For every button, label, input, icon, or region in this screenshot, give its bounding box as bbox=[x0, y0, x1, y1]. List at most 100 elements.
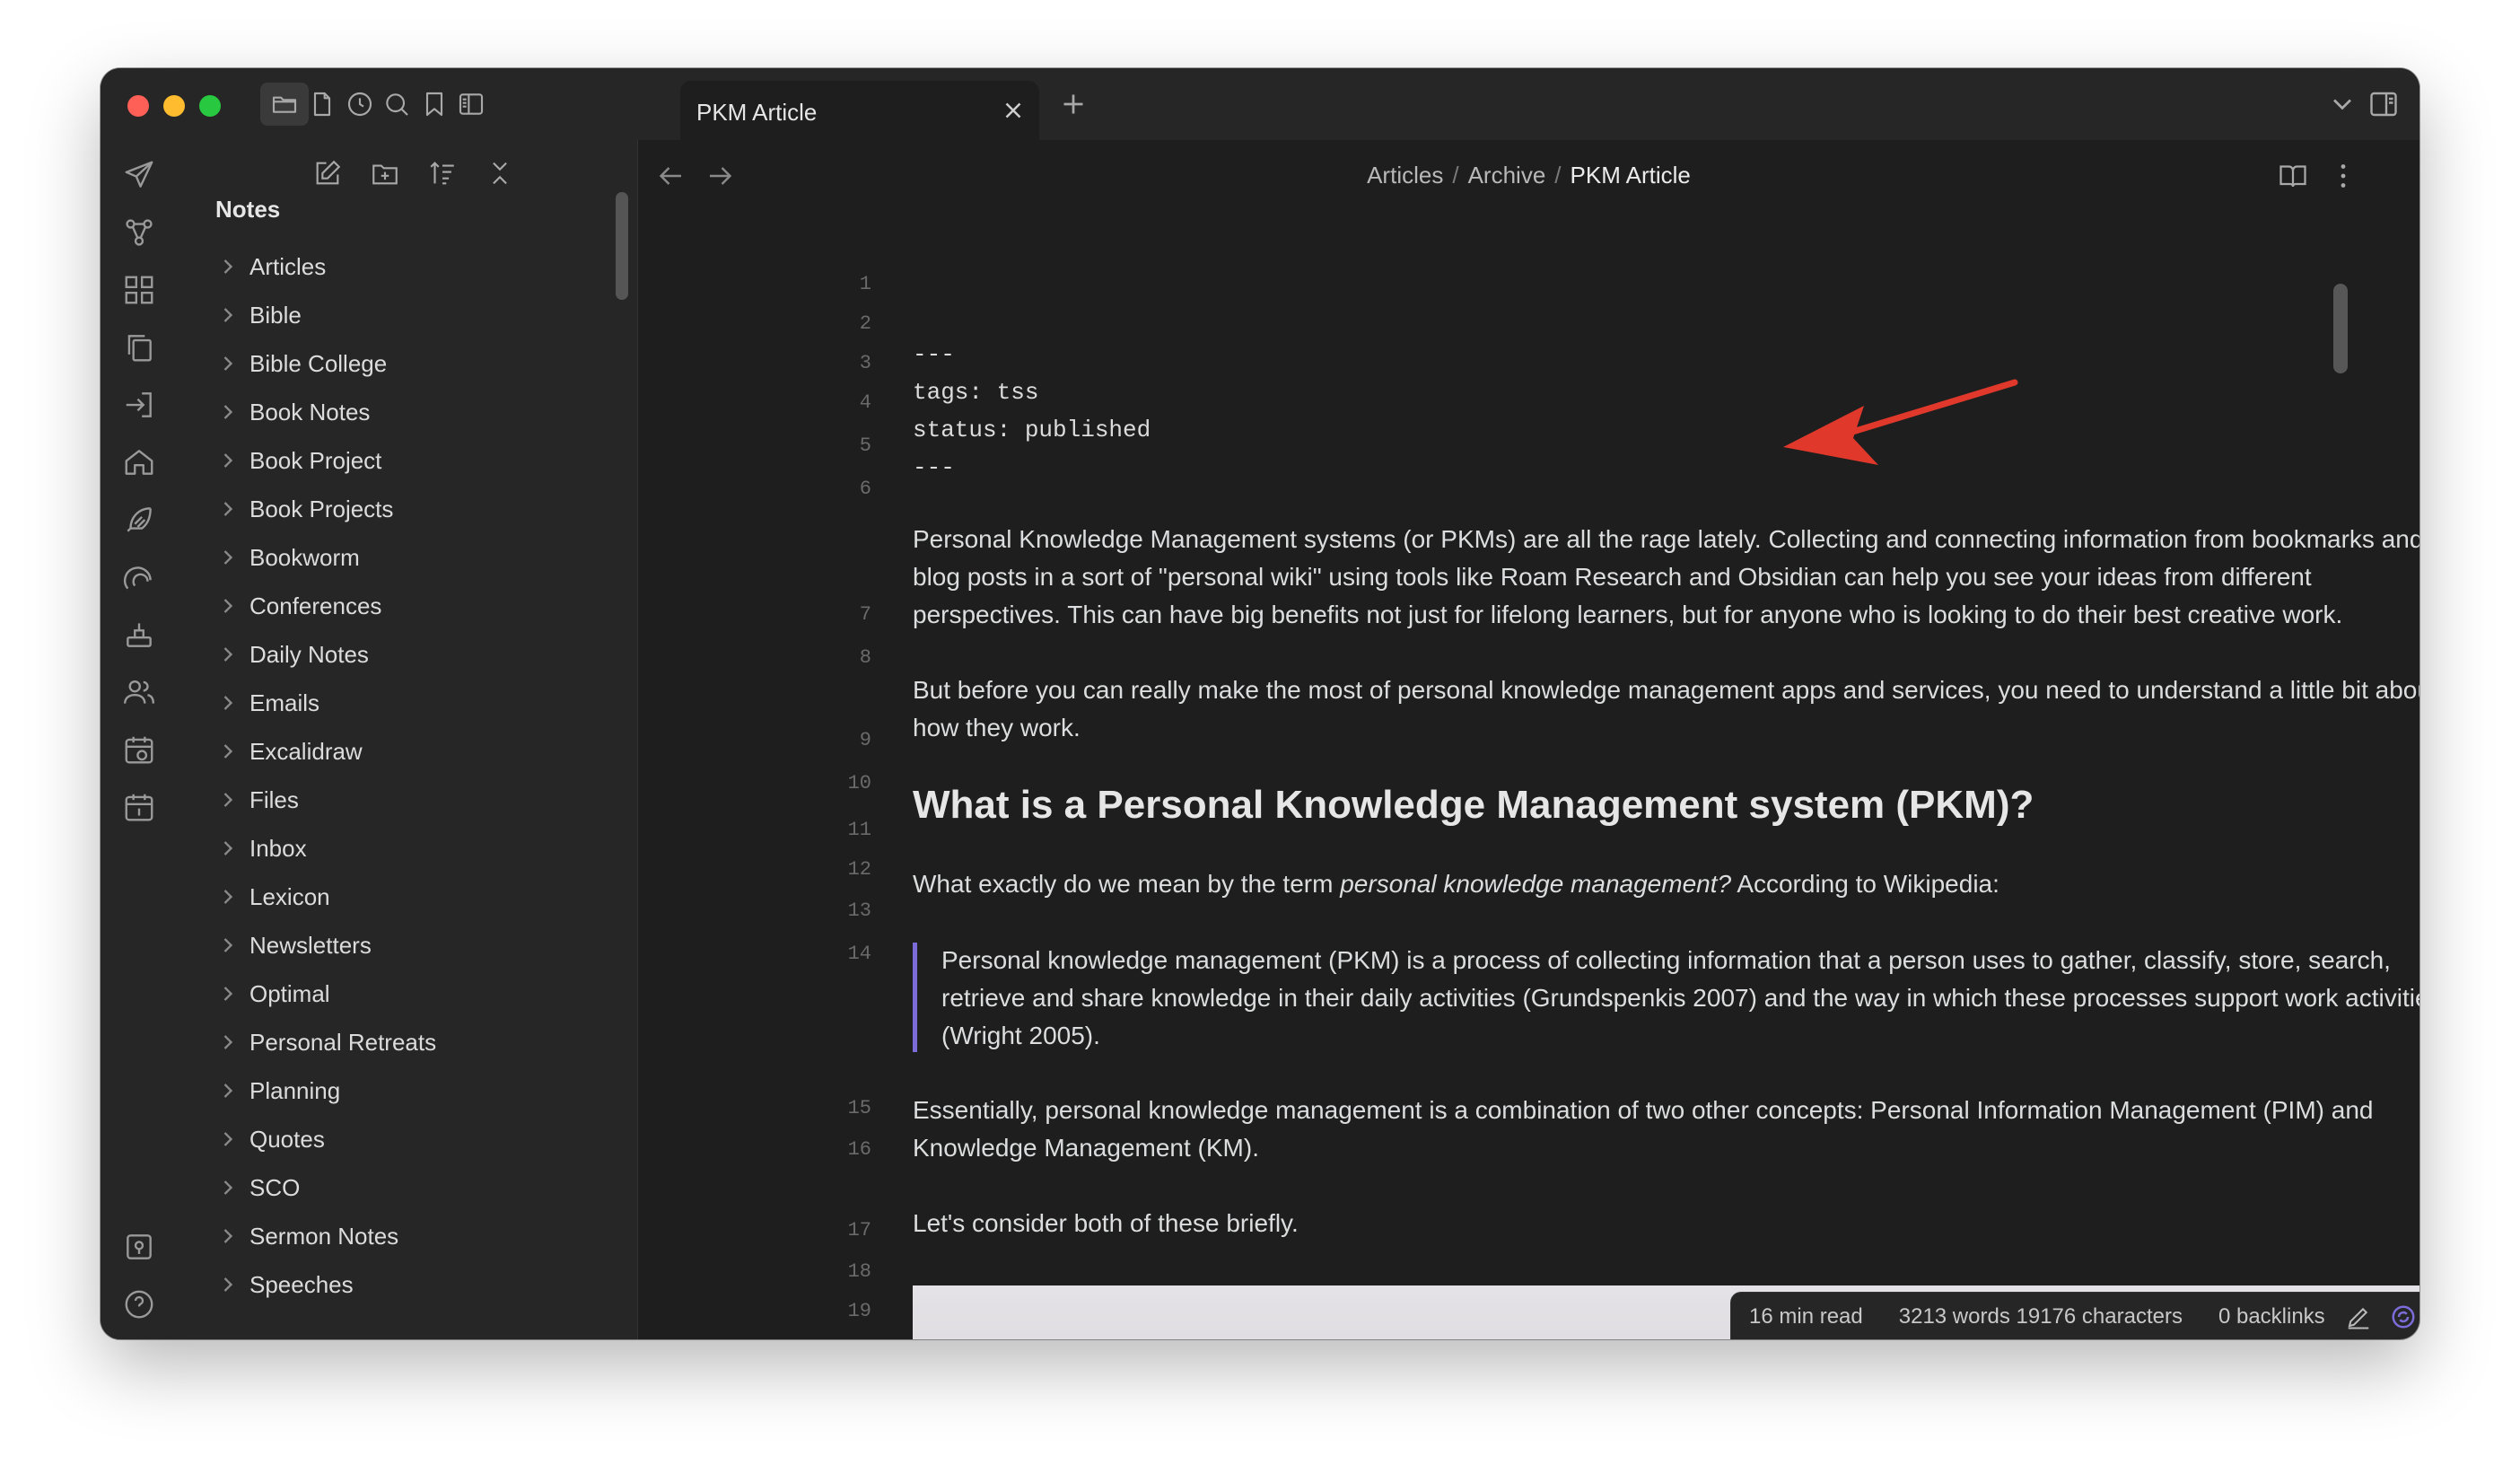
sort-icon[interactable] bbox=[427, 158, 463, 194]
folder-item[interactable]: Book Projects bbox=[178, 485, 626, 533]
folder-item[interactable]: Emails bbox=[178, 679, 626, 727]
folder-label: Daily Notes bbox=[249, 640, 369, 668]
backlinks-count[interactable]: 0 backlinks bbox=[2218, 1304, 2325, 1329]
paragraph-before[interactable]: But before you can really make the most … bbox=[913, 671, 2419, 747]
folder-item[interactable]: Bookworm bbox=[178, 533, 626, 582]
new-tab-icon[interactable] bbox=[1057, 88, 1089, 120]
frontmatter-status[interactable]: status: published bbox=[913, 417, 1151, 443]
tab-pkm-article[interactable]: PKM Article bbox=[680, 81, 1039, 140]
folder-item[interactable]: Conferences bbox=[178, 582, 626, 630]
breadcrumb-item-articles[interactable]: Articles bbox=[1367, 162, 1443, 189]
folder-label: Newsletters bbox=[249, 931, 372, 959]
chevron-right-icon bbox=[215, 739, 241, 764]
zoom-window-button[interactable] bbox=[199, 95, 221, 117]
frontmatter-open[interactable]: --- bbox=[913, 341, 955, 368]
frontmatter-close[interactable]: --- bbox=[913, 454, 955, 481]
calendar-icon[interactable] bbox=[122, 790, 156, 824]
paragraph-combination[interactable]: Essentially, personal knowledge manageme… bbox=[913, 1092, 2419, 1167]
toggle-right-sidebar-icon[interactable] bbox=[2367, 88, 2400, 120]
frontmatter-tags[interactable]: tags: tss bbox=[913, 379, 1038, 406]
breadcrumb-item-archive[interactable]: Archive bbox=[1468, 162, 1546, 189]
graph-view-icon[interactable] bbox=[122, 215, 156, 250]
search-icon bbox=[386, 93, 408, 116]
folder-item[interactable]: Optimal bbox=[178, 970, 626, 1018]
folder-label: Book Project bbox=[249, 446, 382, 474]
help-icon[interactable] bbox=[122, 1287, 156, 1321]
blockquote-text[interactable]: Personal knowledge management (PKM) is a… bbox=[941, 942, 2419, 1055]
folder-item[interactable]: Planning bbox=[178, 1066, 626, 1115]
folder-label: Bible bbox=[249, 301, 302, 329]
vault-icon[interactable] bbox=[122, 1230, 156, 1264]
folder-item[interactable]: Files bbox=[178, 776, 626, 824]
folder-label: Quotes bbox=[249, 1125, 325, 1153]
tab-list-chevron-icon[interactable] bbox=[2326, 88, 2358, 120]
collapse-all-icon[interactable] bbox=[485, 158, 521, 194]
folder-label: Personal Retreats bbox=[249, 1028, 437, 1056]
copy-icon[interactable] bbox=[122, 330, 156, 364]
people-icon[interactable] bbox=[122, 675, 156, 709]
paragraph-definition-intro[interactable]: What exactly do we mean by the term pers… bbox=[913, 865, 2419, 903]
heading-what-is-pkm[interactable]: What is a Personal Knowledge Management … bbox=[913, 783, 2034, 828]
folder-item[interactable]: Book Notes bbox=[178, 388, 626, 436]
folder-item[interactable]: Articles bbox=[178, 242, 626, 291]
vault-title[interactable]: Notes bbox=[215, 196, 280, 224]
folder-item[interactable]: Newsletters bbox=[178, 921, 626, 970]
line-number: 19 bbox=[847, 1300, 871, 1322]
minimize-window-button[interactable] bbox=[163, 95, 185, 117]
folder-item[interactable]: Sermon Notes bbox=[178, 1212, 626, 1260]
line-number: 8 bbox=[859, 646, 871, 669]
folder-item[interactable]: Speeches bbox=[178, 1260, 626, 1309]
chevron-right-icon bbox=[215, 787, 241, 812]
folder-item[interactable]: SCO bbox=[178, 1163, 626, 1212]
folder-label: Lexicon bbox=[249, 882, 330, 910]
folder-item[interactable]: Excalidraw bbox=[178, 727, 626, 776]
folder-item[interactable]: Bible College bbox=[178, 339, 626, 388]
folder-item[interactable]: Book Project bbox=[178, 436, 626, 485]
editor-scrollbar[interactable] bbox=[2333, 284, 2348, 373]
folder-item[interactable]: Quotes bbox=[178, 1115, 626, 1163]
line-number: 17 bbox=[847, 1219, 871, 1241]
new-note-icon[interactable] bbox=[312, 158, 348, 194]
reading-view-icon[interactable] bbox=[2277, 160, 2309, 192]
canvas-icon[interactable] bbox=[122, 273, 156, 307]
folder-label: Book Notes bbox=[249, 398, 371, 426]
folder-label: Sermon Notes bbox=[249, 1222, 399, 1250]
line-number: 1 bbox=[859, 273, 871, 295]
sync-status-icon[interactable] bbox=[2390, 1303, 2417, 1330]
spiral-icon[interactable] bbox=[122, 560, 156, 594]
line-number: 10 bbox=[847, 772, 871, 794]
calendar-clock-icon[interactable] bbox=[122, 733, 156, 767]
paragraph-consider[interactable]: Let's consider both of these briefly. bbox=[913, 1205, 2419, 1242]
new-folder-icon[interactable] bbox=[370, 158, 406, 194]
chevron-right-icon bbox=[215, 1224, 241, 1249]
close-tab-icon[interactable] bbox=[1000, 97, 1027, 124]
home-icon[interactable] bbox=[122, 445, 156, 479]
emphasis-text: personal knowledge management? bbox=[1340, 870, 1732, 898]
folder-label: Excalidraw bbox=[249, 737, 363, 765]
folder-item[interactable]: Bible bbox=[178, 291, 626, 339]
line-number: 12 bbox=[847, 858, 871, 881]
send-icon[interactable] bbox=[122, 158, 156, 192]
folder-item[interactable]: Inbox bbox=[178, 824, 626, 873]
line-number: 16 bbox=[847, 1138, 871, 1161]
folder-item[interactable]: Daily Notes bbox=[178, 630, 626, 679]
breadcrumb-separator: / bbox=[1452, 162, 1459, 189]
sidebar-scrollbar[interactable] bbox=[616, 192, 628, 300]
folder-item[interactable]: Personal Retreats bbox=[178, 1018, 626, 1066]
import-icon[interactable] bbox=[122, 388, 156, 422]
folder-item[interactable]: Lexicon bbox=[178, 873, 626, 921]
toggle-left-sidebar-button[interactable] bbox=[447, 83, 495, 126]
line-number: 3 bbox=[859, 352, 871, 374]
edit-mode-icon[interactable] bbox=[2345, 1303, 2372, 1330]
close-window-button[interactable] bbox=[127, 95, 149, 117]
more-options-icon[interactable] bbox=[2327, 160, 2359, 192]
stamp-icon[interactable] bbox=[122, 618, 156, 652]
breadcrumb-current[interactable]: PKM Article bbox=[1571, 162, 1691, 189]
chevron-right-icon bbox=[215, 1127, 241, 1152]
sidebar-left-icon bbox=[459, 93, 484, 115]
chevron-right-icon bbox=[215, 593, 241, 619]
feather-icon[interactable] bbox=[122, 503, 156, 537]
chevron-right-icon bbox=[215, 448, 241, 473]
paragraph-intro[interactable]: Personal Knowledge Management systems (o… bbox=[913, 521, 2419, 634]
folder-label: Inbox bbox=[249, 834, 307, 862]
